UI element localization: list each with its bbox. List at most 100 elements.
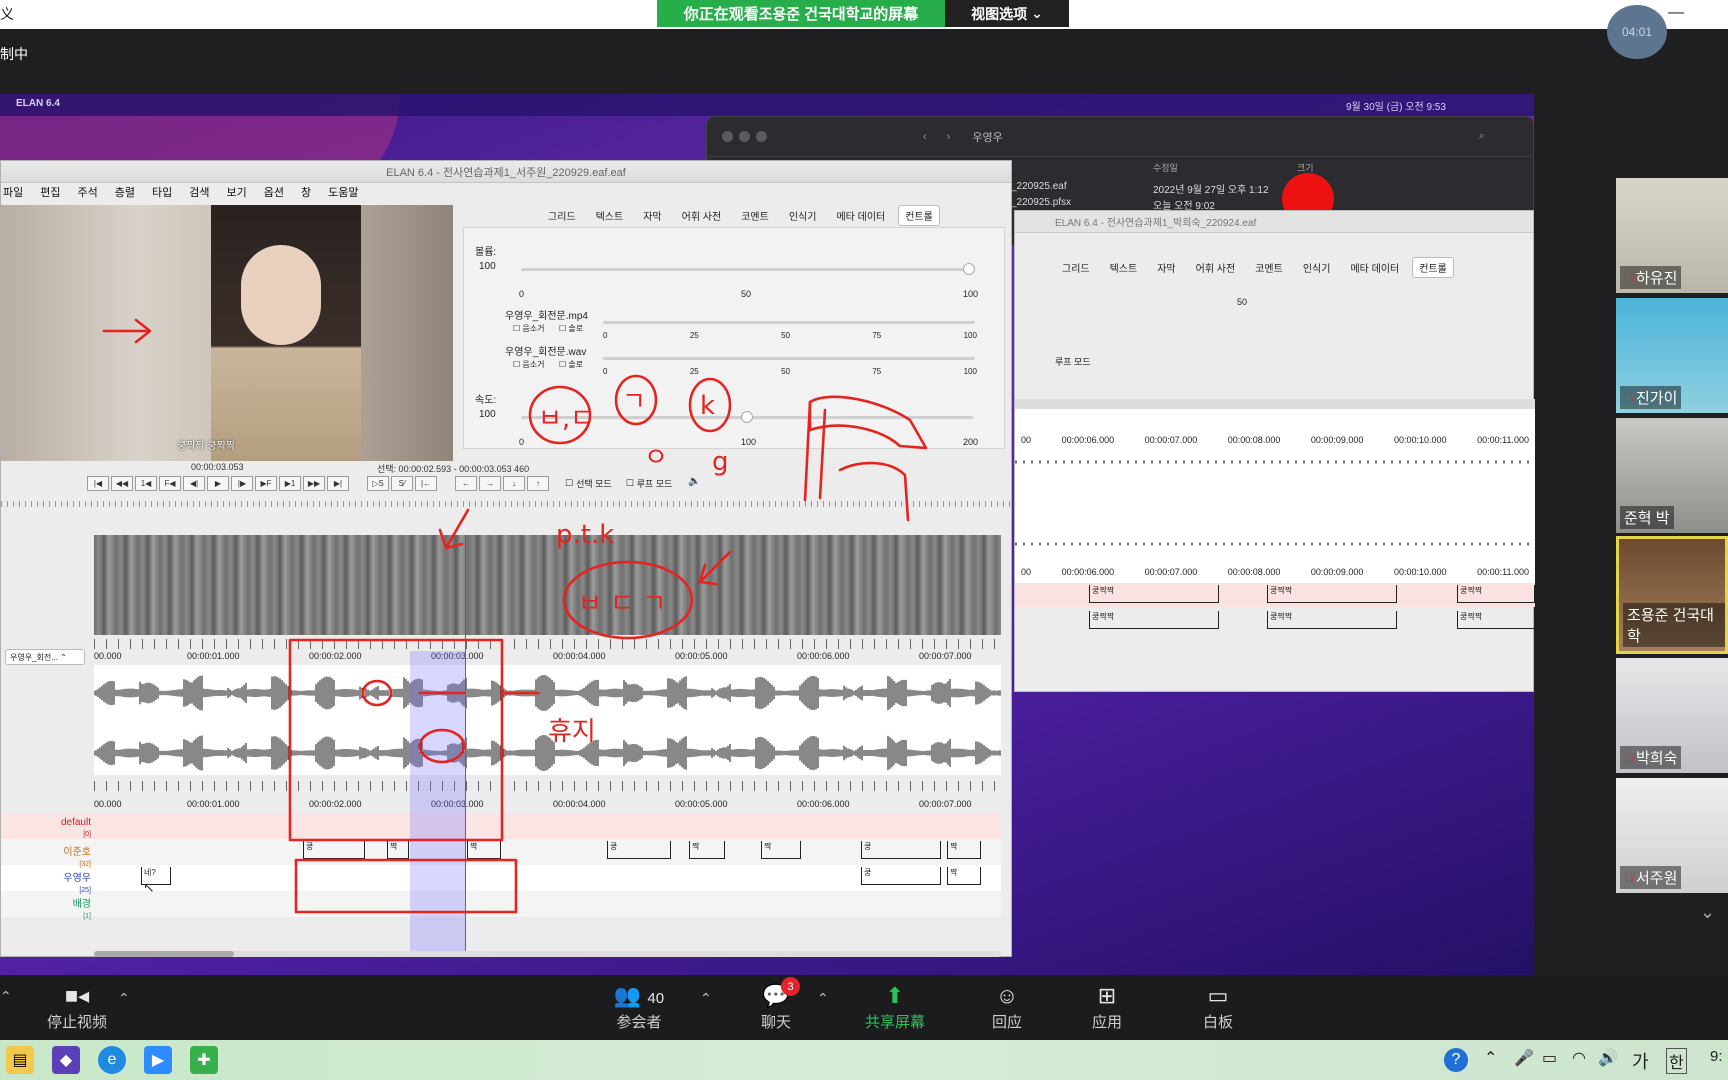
clear-selection-icon[interactable]: S⁄ [391, 476, 413, 491]
annotation[interactable]: 짝 [947, 867, 981, 885]
annotation[interactable]: 쿵짝짝 [1457, 585, 1535, 603]
splitter[interactable] [1, 501, 1013, 507]
go-end-icon[interactable]: ▶| [327, 476, 349, 491]
tier-row-default[interactable] [1, 813, 1001, 839]
menu-view[interactable]: 보기 [227, 184, 247, 200]
annotation[interactable]: 짝 [761, 841, 801, 859]
whiteboard-button[interactable]: ▭ 白板 [1173, 983, 1263, 1032]
tab-lexicon[interactable]: 어휘 사전 [675, 205, 729, 226]
annotation[interactable]: 쿵짝짝 [1089, 585, 1219, 603]
loop-mode-label[interactable]: 루프 모드 [1055, 355, 1091, 368]
participant-tile[interactable]: 🎙̸ 서주원 [1616, 778, 1728, 893]
chevron-down-icon[interactable]: ⌄ [1700, 902, 1715, 923]
annotation[interactable]: 쿵짝짝 [1267, 585, 1397, 603]
help-icon[interactable]: ? [1444, 1048, 1468, 1072]
battery-icon[interactable]: ▭ [1542, 1048, 1557, 1068]
tab-comment[interactable]: 코멘트 [1248, 257, 1290, 278]
annotation[interactable]: 짝 [467, 841, 501, 859]
prev-pixel-icon[interactable]: ◀| [183, 476, 205, 491]
participant-tile-active[interactable]: 조용준 건국대학 [1616, 536, 1728, 654]
media2-mute[interactable]: ☐ 음소거 [513, 359, 545, 370]
participant-tile[interactable]: 준혁 박 [1616, 418, 1728, 533]
annotation[interactable]: 쿵짝짝 [1089, 611, 1219, 629]
menu-window[interactable]: 창 [301, 184, 311, 200]
media1-solo[interactable]: ☐ 솔로 [559, 323, 583, 334]
select-mode-checkbox[interactable]: ☐ 선택 모드 [565, 476, 612, 491]
tab-subtitle[interactable]: 자막 [636, 205, 668, 226]
menu-help[interactable]: 도움말 [328, 184, 358, 200]
arrow-down-icon[interactable]: ↓ [503, 476, 525, 491]
play-selection-icon[interactable]: ▷S [367, 476, 389, 491]
go-start-icon[interactable]: |◀ [87, 476, 109, 491]
media1-slider[interactable] [603, 321, 975, 324]
volume-slider[interactable] [521, 268, 973, 271]
tab-metadata[interactable]: 메타 데이터 [1343, 257, 1406, 278]
annotation[interactable]: 쿵 [861, 841, 941, 859]
back-icon[interactable]: ‹ [923, 131, 927, 143]
tab-controls[interactable]: 컨트롤 [1412, 257, 1454, 278]
tab-subtitle[interactable]: 자막 [1150, 257, 1182, 278]
participant-tile[interactable]: 🎙̸ 진가이 [1616, 298, 1728, 413]
minimize-icon[interactable]: — [1668, 4, 1684, 22]
media2-solo[interactable]: ☐ 솔로 [559, 359, 583, 370]
tab-grid[interactable]: 그리드 [541, 205, 583, 226]
annotation[interactable]: 짝 [689, 841, 725, 859]
tab-recognizer[interactable]: 인식기 [782, 205, 824, 226]
loop-mode-checkbox[interactable]: ☐ 루프 모드 [626, 476, 673, 491]
tab-controls[interactable]: 컨트롤 [898, 205, 940, 226]
menu-file[interactable]: 파일 [3, 184, 23, 200]
close-icon[interactable] [722, 131, 733, 142]
chevron-up-icon[interactable]: ⌃ [700, 990, 712, 1007]
ime-mode[interactable]: 한 [1666, 1048, 1687, 1074]
app-icon[interactable]: ◆ [52, 1046, 80, 1074]
tier-name-default[interactable]: default [0] [1, 817, 91, 839]
track-select[interactable]: 우영우_회전... ⌃ [5, 649, 85, 665]
menu-type[interactable]: 타입 [152, 184, 172, 200]
edge-icon[interactable]: e [98, 1046, 126, 1074]
annotation[interactable]: 쿵 [607, 841, 671, 859]
annotation[interactable]: 쿵짝짝 [1457, 611, 1535, 629]
chat-button[interactable]: 💬 聊天 [731, 983, 821, 1032]
spectrogram[interactable] [94, 535, 1001, 635]
annotation[interactable]: 쿵 [303, 841, 365, 859]
tab-metadata[interactable]: 메타 데이터 [829, 205, 892, 226]
arrow-up-icon[interactable]: ↑ [527, 476, 549, 491]
menu-annotation[interactable]: 주석 [78, 184, 98, 200]
col-modified[interactable]: 수정일 [1153, 161, 1178, 174]
search-icon[interactable]: ⌕ [1479, 130, 1485, 143]
next-scroll-icon[interactable]: ▶▶ [303, 476, 325, 491]
speaker-icon[interactable]: 🔈 [688, 476, 700, 491]
apps-button[interactable]: ⊞ 应用 [1062, 983, 1152, 1032]
participants-button[interactable]: 👥 40 参会者 [594, 983, 684, 1032]
volume-knob[interactable] [963, 263, 975, 275]
chevron-up-icon[interactable]: ⌃ [118, 990, 130, 1007]
minimize-icon[interactable] [739, 131, 750, 142]
prev-frame-icon[interactable]: F◀ [159, 476, 181, 491]
annotation[interactable]: 짝 [387, 841, 409, 859]
play-icon[interactable]: ▶ [207, 476, 229, 491]
tier-name-woo[interactable]: 우영우 [25] [1, 869, 91, 895]
zoom-icon[interactable] [756, 131, 767, 142]
scrollbar-thumb[interactable] [94, 951, 234, 957]
stop-video-button[interactable]: ■◂ 停止视频 [32, 983, 122, 1032]
ime-hangul[interactable]: 가 [1632, 1048, 1649, 1074]
menu-search[interactable]: 검색 [189, 184, 209, 200]
prev-second-icon[interactable]: 1◀ [135, 476, 157, 491]
tab-comment[interactable]: 코멘트 [734, 205, 776, 226]
app-icon[interactable]: ✚ [190, 1046, 218, 1074]
annotation[interactable]: 짝 [947, 841, 981, 859]
arrow-right-icon[interactable]: → [479, 476, 501, 491]
tab-lexicon[interactable]: 어휘 사전 [1189, 257, 1243, 278]
microphone-icon[interactable]: 🎤 [1514, 1048, 1534, 1068]
file-explorer-icon[interactable]: ▤ [6, 1046, 34, 1074]
view-options-button[interactable]: 视图选项 ⌄ [945, 0, 1069, 27]
media2-slider[interactable] [603, 357, 975, 360]
tier-name-bg[interactable]: 배경 [1] [1, 895, 91, 921]
forward-icon[interactable]: › [947, 131, 951, 143]
video-player[interactable]: 쿵짝짝 쿵짝짝 [1, 205, 453, 461]
tab-text[interactable]: 텍스트 [1103, 257, 1145, 278]
speed-knob[interactable] [741, 411, 753, 423]
zoom-app-icon[interactable]: ▶ [144, 1046, 172, 1074]
chevron-up-icon[interactable]: ⌃ [1484, 1048, 1497, 1068]
finder-file-1[interactable]: _220925.eaf [1011, 181, 1067, 192]
